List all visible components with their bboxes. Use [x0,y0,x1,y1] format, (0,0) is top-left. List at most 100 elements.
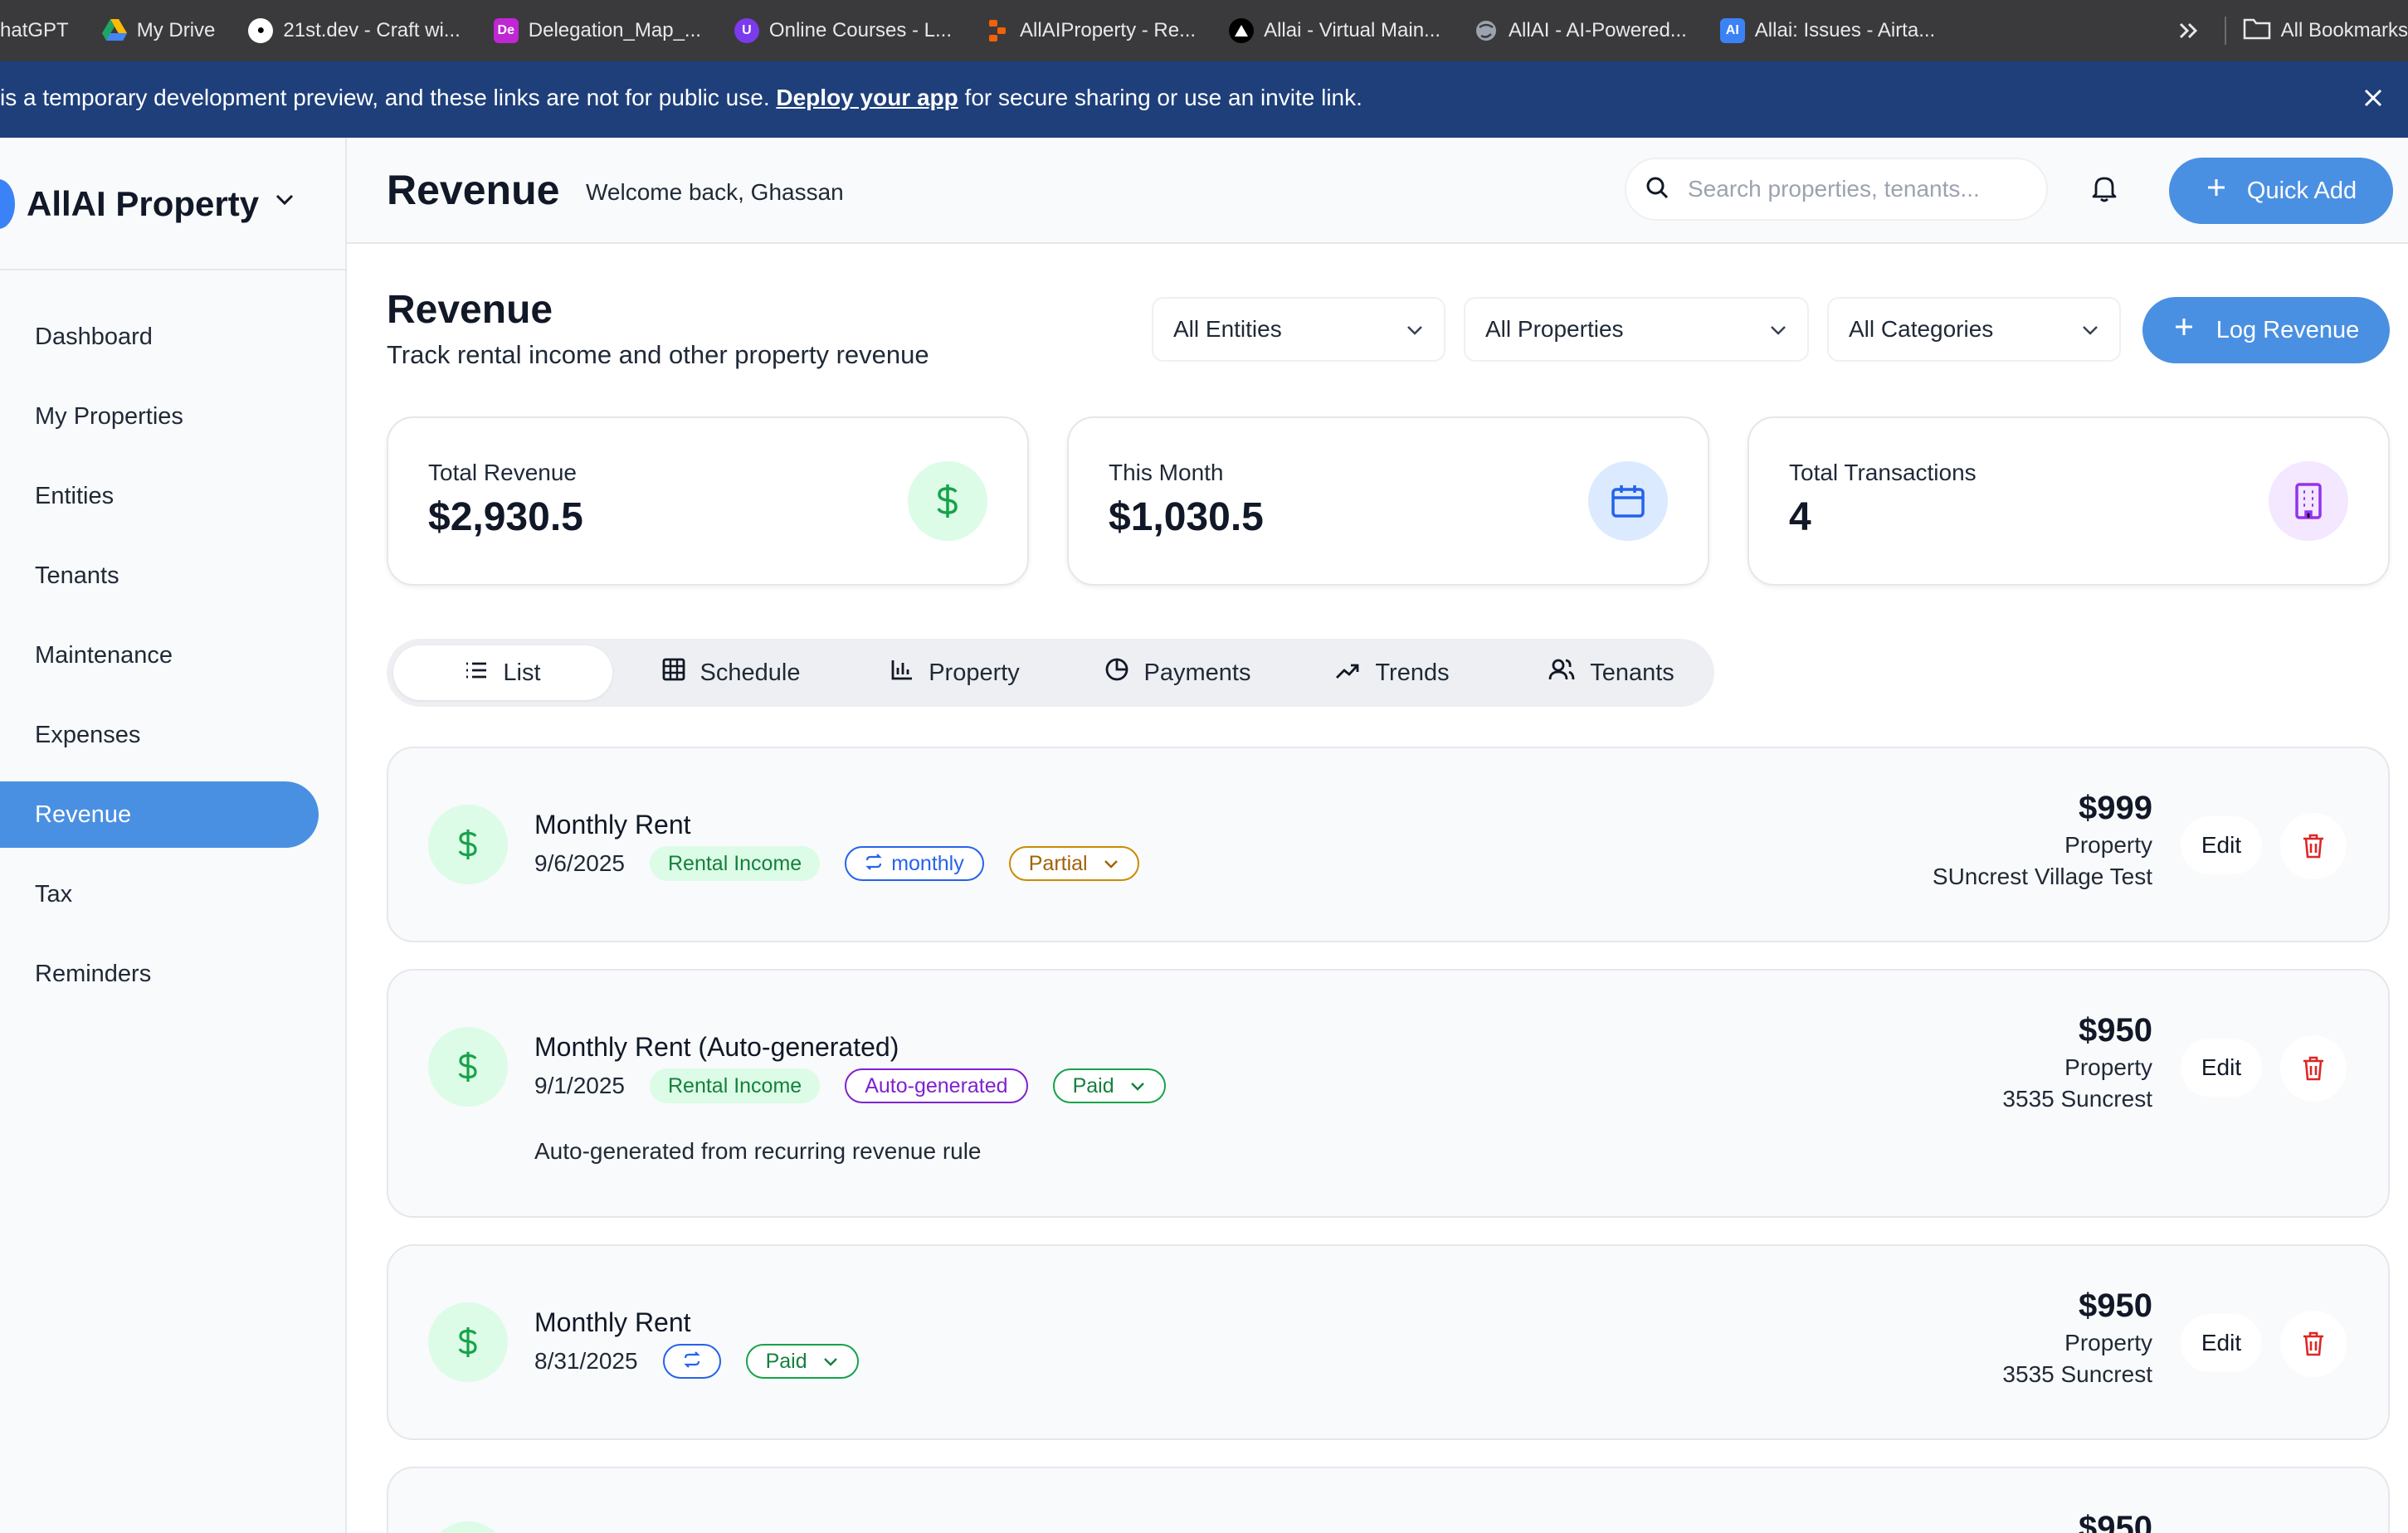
sidebar-item-label: Maintenance [35,641,173,669]
brand-switcher[interactable]: AllAI Property [0,138,345,270]
calendar-icon [1588,461,1668,541]
grid-icon [662,658,685,688]
chevron-down-icon [1769,316,1787,343]
sidebar-item-entities[interactable]: Entities [0,463,345,529]
deploy-app-link[interactable]: Deploy your app [776,85,958,110]
ai-icon: AI [1719,18,1745,43]
bookmark-21st[interactable]: ● 21st.dev - Craft wi... [232,0,476,61]
search-input[interactable] [1688,176,2020,202]
chevrons-right-icon[interactable] [2170,22,2208,40]
21st-icon: ● [248,18,274,43]
revenue-item[interactable]: Monthly Rent 8/31/2025 Paid $950 Propert… [387,1244,2390,1440]
trash-icon[interactable] [2280,813,2347,879]
all-bookmarks[interactable]: All Bookmarks [2243,0,2408,61]
revenue-note: Auto-generated from recurring revenue ru… [534,1138,982,1164]
category-badge: Rental Income [650,1068,821,1103]
bookmark-online-courses[interactable]: U Online Courses - L... [718,0,968,61]
sidebar-item-tax[interactable]: Tax [0,861,345,927]
tab-trends[interactable]: Trends [1311,645,1474,700]
revenue-title: Monthly Rent [534,810,691,840]
revenue-item[interactable]: $950 [387,1467,2390,1533]
brand-logo [0,179,15,229]
quick-add-button[interactable]: Quick Add [2169,158,2393,224]
bookmark-my-drive[interactable]: My Drive [85,0,232,61]
sidebar-item-label: Tenants [35,562,119,589]
revenue-meta: 9/1/2025 Rental Income Auto-generated Pa… [534,1068,1166,1103]
replit-icon [985,18,1010,43]
sidebar-item-dashboard[interactable]: Dashboard [0,304,345,370]
tab-schedule[interactable]: Schedule [636,645,826,700]
tab-label: Tenants [1590,659,1674,686]
status-select[interactable]: Paid [745,1344,859,1379]
recurrence-badge [662,1344,721,1379]
chevron-down-icon [1406,316,1424,343]
trash-icon[interactable] [2280,1035,2347,1102]
shield-u-icon: U [734,18,759,43]
main-content: Revenue Track rental income and other pr… [347,244,2408,1533]
de-icon: De [493,18,519,43]
dollar-icon [428,1521,508,1533]
bar-chart-icon [890,658,914,688]
revenue-property: 3535 Suncrest [2002,1361,2152,1387]
sidebar-item-my-properties[interactable]: My Properties [0,383,345,450]
edit-button[interactable]: Edit [2181,1039,2262,1097]
dollar-icon [908,461,987,541]
bookmarks-overflow: All Bookmarks [2161,0,2408,61]
revenue-item[interactable]: Monthly Rent (Auto-generated) 9/1/2025 R… [387,969,2390,1218]
banner-text: is a temporary development preview, and … [0,85,770,110]
page-title: Revenue [387,288,553,332]
bookmark-allai-issues[interactable]: AI Allai: Issues - Airta... [1704,0,1952,61]
google-drive-icon [101,18,127,43]
bookmark-allai-ai-powered[interactable]: AllAI - AI-Powered... [1457,0,1704,61]
tab-tenants[interactable]: Tenants [1518,645,1704,700]
tab-payments[interactable]: Payments [1075,645,1280,700]
banner-text-suffix: for secure sharing or use an invite link… [964,85,1362,110]
welcome-message: Welcome back, Ghassan [586,179,844,205]
sidebar-item-maintenance[interactable]: Maintenance [0,622,345,689]
stat-label: Total Transactions [1789,460,1977,485]
stat-value: $1,030.5 [1109,495,1264,539]
sidebar-item-expenses[interactable]: Expenses [0,702,345,768]
status-select[interactable]: Partial [1008,846,1139,881]
edit-button[interactable]: Edit [2181,1314,2262,1372]
bookmark-label: AllAI - AI-Powered... [1509,19,1687,41]
recurrence-label: monthly [891,851,964,875]
status-select[interactable]: Paid [1052,1068,1166,1103]
sidebar-item-label: My Properties [35,402,183,430]
revenue-summary: $950 Property 3535 Suncrest [2002,1287,2152,1388]
bookmark-allai-virtual[interactable]: Allai - Virtual Main... [1212,0,1457,61]
log-revenue-button[interactable]: Log Revenue [2142,297,2390,363]
bookmark-chatgpt[interactable]: hatGPT [0,0,85,61]
pie-chart-icon [1104,657,1129,689]
top-header: Revenue Welcome back, Ghassan Quick Add [347,138,2408,244]
page-subtitle: Track rental income and other property r… [387,340,929,369]
edit-button[interactable]: Edit [2181,816,2262,874]
categories-filter[interactable]: All Categories [1827,297,2121,362]
properties-filter-value: All Properties [1485,316,1624,342]
bookmark-delegation-map[interactable]: De Delegation_Map_... [477,0,718,61]
auto-generated-badge: Auto-generated [845,1068,1028,1103]
list-icon [465,659,488,687]
revenue-item[interactable]: Monthly Rent 9/6/2025 Rental Income mont… [387,747,2390,942]
sidebar-item-reminders[interactable]: Reminders [0,941,345,1007]
tab-property[interactable]: Property [863,645,1047,700]
tab-label: Schedule [699,659,801,686]
trash-icon[interactable] [2280,1311,2347,1377]
search-box [1625,158,2048,221]
bookmark-label: Allai: Issues - Airta... [1754,19,1936,41]
close-icon[interactable] [2357,81,2390,114]
bell-icon[interactable] [2091,174,2118,207]
sidebar-item-tenants[interactable]: Tenants [0,543,345,609]
revenue-property: 3535 Suncrest [2002,1086,2152,1112]
bookmark-label: 21st.dev - Craft wi... [283,19,461,41]
sidebar-item-revenue[interactable]: Revenue [0,781,319,848]
entities-filter[interactable]: All Entities [1152,297,1445,362]
dev-preview-banner: is a temporary development preview, and … [0,61,2408,138]
brand-name: AllAI Property [27,184,260,223]
properties-filter[interactable]: All Properties [1464,297,1809,362]
revenue-amount: $950 [2079,1287,2152,1324]
bookmark-allaiproperty[interactable]: AllAIProperty - Re... [968,0,1212,61]
revenue-meta: 9/6/2025 Rental Income monthly Partial [534,846,1139,881]
revenue-property: SUncrest Village Test [1932,864,2152,889]
tab-list[interactable]: List [393,645,612,700]
